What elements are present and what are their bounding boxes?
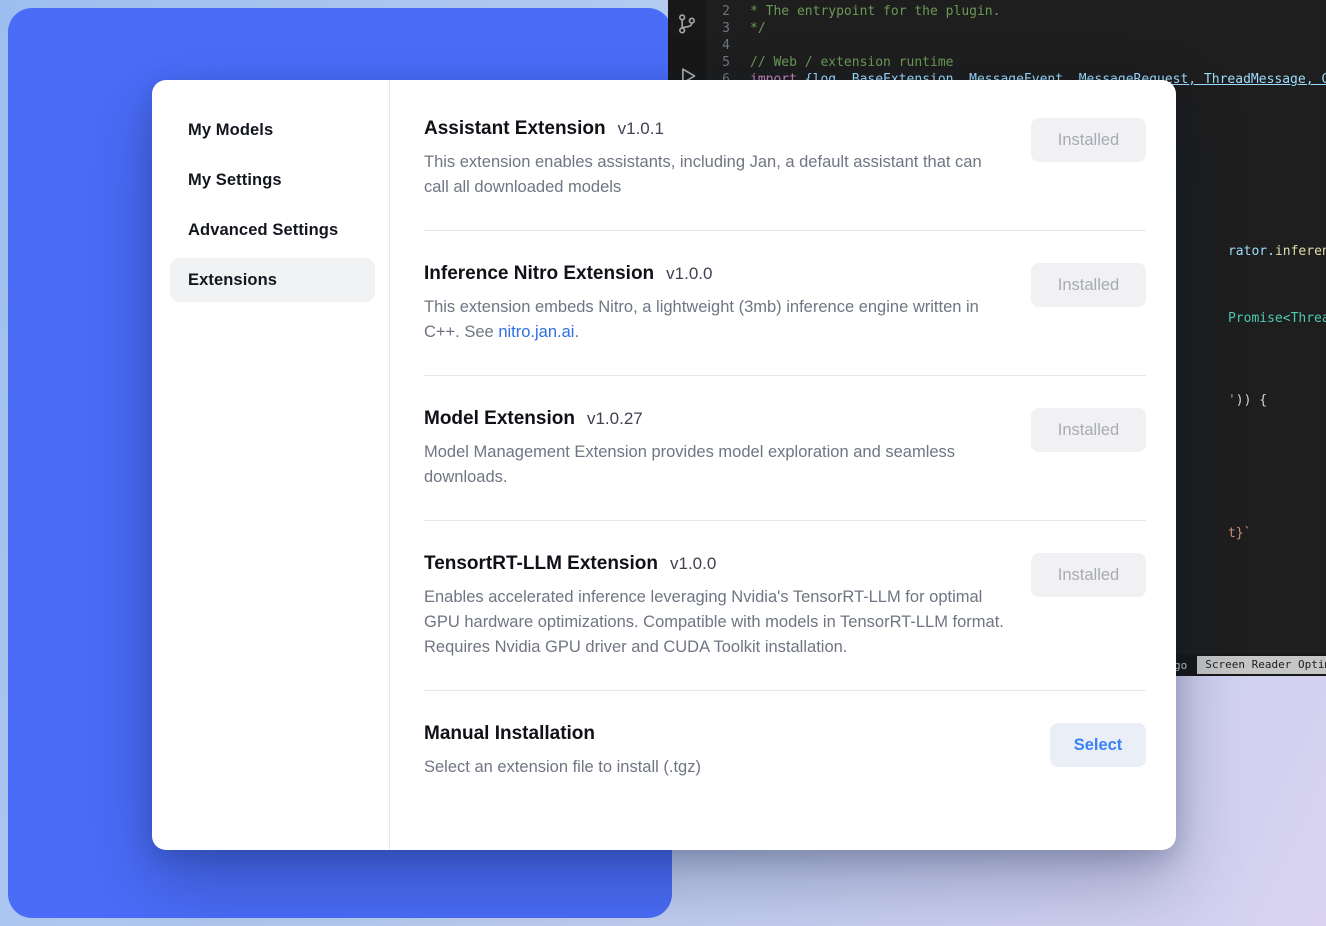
extension-title-row: Assistant Extension v1.0.1 xyxy=(424,118,1006,140)
code-comment: // Web / extension runtime xyxy=(750,55,954,70)
extension-info: Inference Nitro Extension v1.0.0 This ex… xyxy=(424,263,1006,345)
code-fragment: t}` xyxy=(1181,511,1251,556)
line-number: 3 xyxy=(706,21,750,36)
extension-description: Enables accelerated inference leveraging… xyxy=(424,585,1006,660)
extension-info: Model Extension v1.0.27 Model Management… xyxy=(424,408,1006,490)
sidebar-item-my-settings[interactable]: My Settings xyxy=(170,158,375,202)
sidebar-item-advanced-settings[interactable]: Advanced Settings xyxy=(170,208,375,252)
extension-info: Assistant Extension v1.0.1 This extensio… xyxy=(424,118,1006,200)
code-line: 4 xyxy=(706,37,1326,54)
code-line: 2 * The entrypoint for the plugin. xyxy=(706,3,1326,20)
code-token: inference xyxy=(1275,244,1326,259)
extension-description: This extension enables assistants, inclu… xyxy=(424,150,1006,200)
manual-installation-row: Manual Installation Select an extension … xyxy=(424,691,1146,810)
installed-button[interactable]: Installed xyxy=(1031,263,1146,307)
installed-button[interactable]: Installed xyxy=(1031,553,1146,597)
sidebar-item-label: My Settings xyxy=(188,171,282,190)
settings-card: My Models My Settings Advanced Settings … xyxy=(152,80,1176,850)
sidebar-item-my-models[interactable]: My Models xyxy=(170,108,375,152)
sidebar-item-label: Advanced Settings xyxy=(188,221,338,240)
code-line: 5 // Web / extension runtime xyxy=(706,54,1326,71)
extensions-panel: Assistant Extension v1.0.1 This extensio… xyxy=(390,80,1176,850)
extension-version: v1.0.1 xyxy=(618,119,664,139)
sidebar-item-extensions[interactable]: Extensions xyxy=(170,258,375,302)
screen-reader-optimized-chip[interactable]: Screen Reader Optimized xyxy=(1197,656,1326,674)
extension-title-row: Inference Nitro Extension v1.0.0 xyxy=(424,263,1006,285)
sidebar-item-label: My Models xyxy=(188,121,273,140)
settings-sidebar: My Models My Settings Advanced Settings … xyxy=(152,80,390,850)
installed-button[interactable]: Installed xyxy=(1031,118,1146,162)
extension-title: Model Extension xyxy=(424,408,575,430)
nitro-jan-ai-link[interactable]: nitro.jan.ai xyxy=(498,323,574,341)
extension-row-model: Model Extension v1.0.27 Model Management… xyxy=(424,376,1146,521)
extension-title: Assistant Extension xyxy=(424,118,606,140)
line-number: 2 xyxy=(706,4,750,19)
code-token: rator. xyxy=(1228,244,1275,259)
select-file-button[interactable]: Select xyxy=(1050,723,1146,767)
code-fragment: Promise<ThreadMessage> xyxy=(1181,296,1326,341)
extension-version: v1.0.0 xyxy=(670,554,716,574)
code-fragment: ')) { xyxy=(1181,378,1267,423)
extension-title: Inference Nitro Extension xyxy=(424,263,654,285)
installed-button[interactable]: Installed xyxy=(1031,408,1146,452)
code-token: )) { xyxy=(1236,393,1267,408)
extension-info: Manual Installation Select an extension … xyxy=(424,723,701,780)
extension-title: TensortRT-LLM Extension xyxy=(424,553,658,575)
extension-row-tensorrt-llm: TensortRT-LLM Extension v1.0.0 Enables a… xyxy=(424,521,1146,691)
extension-title-row: Manual Installation xyxy=(424,723,701,745)
extension-title-row: TensortRT-LLM Extension v1.0.0 xyxy=(424,553,1006,575)
code-token: t}` xyxy=(1228,526,1251,541)
manual-installation-description: Select an extension file to install (.tg… xyxy=(424,755,701,780)
extension-title-row: Model Extension v1.0.27 xyxy=(424,408,1006,430)
extension-description: Model Management Extension provides mode… xyxy=(424,440,1006,490)
code-line: 3 */ xyxy=(706,20,1326,37)
extension-version: v1.0.27 xyxy=(587,409,643,429)
code-comment: */ xyxy=(750,21,766,36)
extension-info: TensortRT-LLM Extension v1.0.0 Enables a… xyxy=(424,553,1006,660)
code-token: Promise<ThreadMessage> xyxy=(1228,311,1326,326)
line-number: 4 xyxy=(706,38,750,53)
page-background: 2 * The entrypoint for the plugin. 3 */ … xyxy=(0,0,1326,926)
extension-version: v1.0.0 xyxy=(666,264,712,284)
description-text: . xyxy=(574,323,579,341)
extension-row-assistant: Assistant Extension v1.0.1 This extensio… xyxy=(424,86,1146,231)
source-control-icon[interactable] xyxy=(675,12,699,36)
line-number: 5 xyxy=(706,55,750,70)
manual-installation-title: Manual Installation xyxy=(424,723,595,745)
code-comment: * The entrypoint for the plugin. xyxy=(750,4,1000,19)
extension-row-inference-nitro: Inference Nitro Extension v1.0.0 This ex… xyxy=(424,231,1146,376)
code-token: ' xyxy=(1228,393,1236,408)
code-area: 2 * The entrypoint for the plugin. 3 */ … xyxy=(706,3,1326,88)
code-fragment: rator.inference(data)); xyxy=(1181,229,1326,274)
extension-description: This extension embeds Nitro, a lightweig… xyxy=(424,295,1006,345)
sidebar-item-label: Extensions xyxy=(188,271,277,290)
